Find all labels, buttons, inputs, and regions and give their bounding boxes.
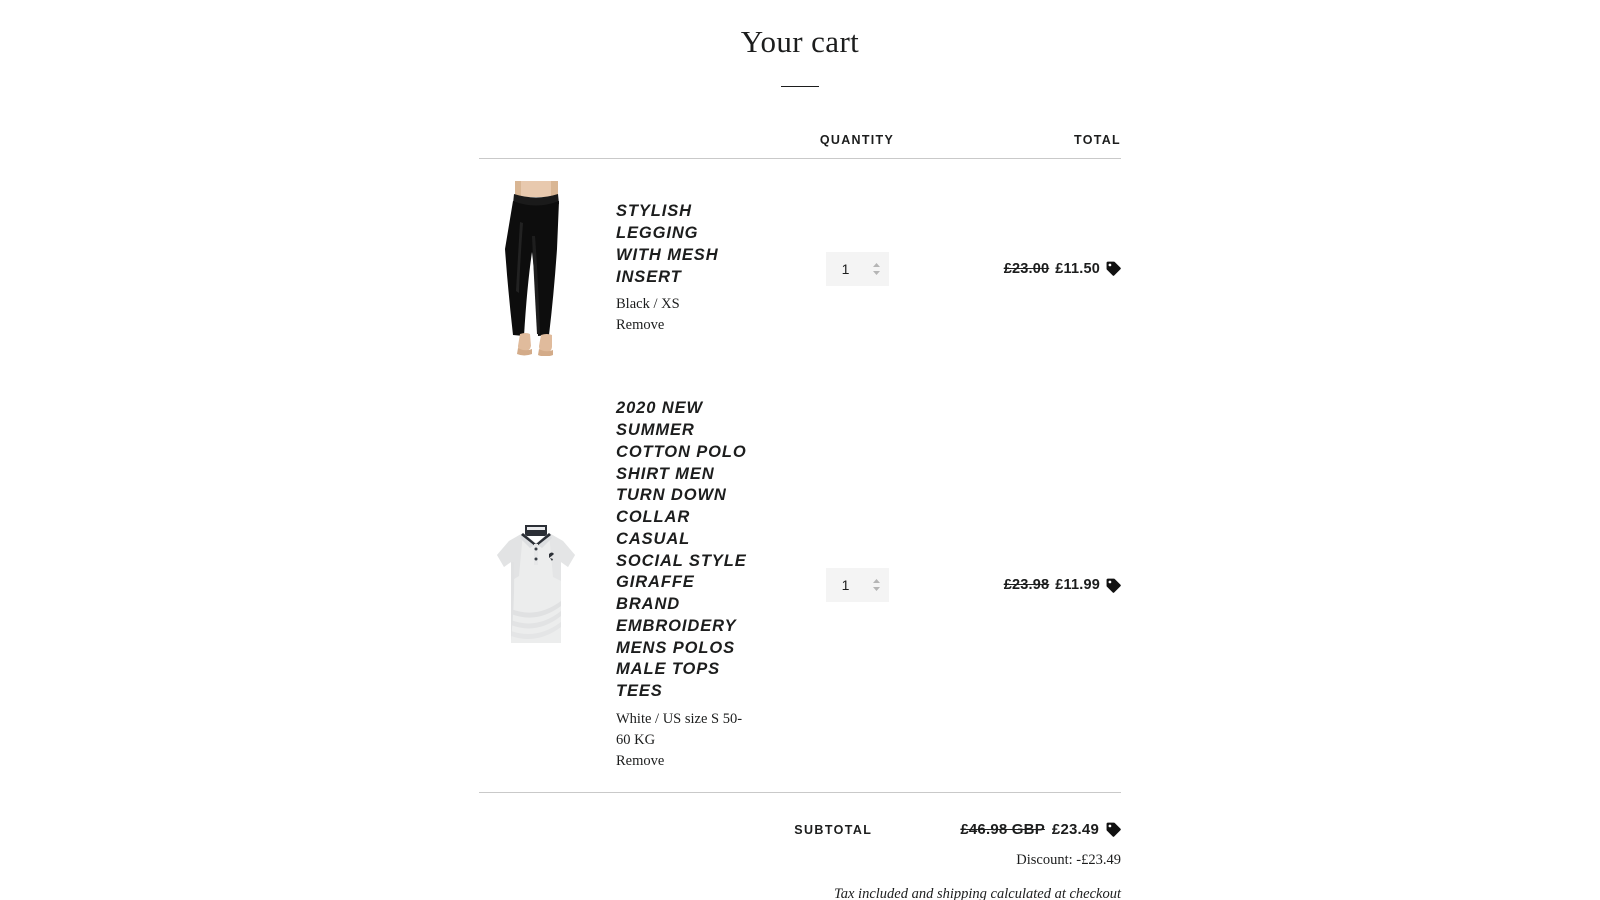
column-header-quantity: QUANTITY [819, 133, 895, 148]
quantity-stepper[interactable] [825, 568, 889, 603]
cart-totals: SUBTOTAL £46.98 GBP £23.49 Discount: -£2… [479, 793, 1121, 900]
product-thumbnail-polo[interactable] [487, 521, 584, 650]
number-spinner-icon[interactable] [872, 577, 881, 593]
item-title[interactable]: 2020 NEW SUMMER COTTON POLO SHIRT MEN TU… [616, 398, 749, 703]
column-header-total: TOTAL [1073, 133, 1121, 148]
quantity-input[interactable] [825, 260, 866, 277]
item-quantity-cell [759, 568, 955, 603]
cart-column-headers: QUANTITY TOTAL [479, 133, 1121, 158]
quantity-input[interactable] [825, 577, 866, 594]
item-details: STYLISH LEGGING WITH MESH INSERT Black /… [592, 201, 759, 336]
number-spinner-icon[interactable] [872, 261, 881, 277]
polo-shirt-image [487, 521, 584, 650]
cart-item-row: 2020 NEW SUMMER COTTON POLO SHIRT MEN TU… [479, 376, 1121, 792]
product-thumbnail-leggings[interactable] [487, 181, 584, 357]
tax-shipping-note: Tax included and shipping calculated at … [834, 886, 1121, 900]
item-sale-price: £11.50 [1055, 260, 1100, 277]
leggings-image [487, 181, 584, 357]
cart-header: Your cart [0, 0, 1600, 88]
item-variant: Black / XS [616, 296, 680, 313]
subtotal-row: SUBTOTAL £46.98 GBP £23.49 [479, 807, 1121, 838]
subtotal-label: SUBTOTAL [794, 822, 873, 837]
page-title: Your cart [740, 24, 860, 59]
price-tag-icon [1106, 822, 1121, 837]
remove-item-link[interactable]: Remove [616, 753, 664, 769]
item-original-price: £23.98 [1003, 577, 1050, 594]
subtotal-sale-price: £23.49 [1051, 821, 1099, 839]
item-details: 2020 NEW SUMMER COTTON POLO SHIRT MEN TU… [592, 398, 759, 772]
cart-item-row: STYLISH LEGGING WITH MESH INSERT Black /… [479, 159, 1121, 376]
item-total-cell: £23.00 £11.50 [955, 261, 1121, 277]
price-tag-icon [1106, 578, 1121, 593]
item-variant: White / US size S 50-60 KG [616, 711, 743, 749]
item-title[interactable]: STYLISH LEGGING WITH MESH INSERT [616, 201, 749, 288]
discount-amount-line: Discount: -£23.49 [1016, 852, 1121, 869]
item-image-cell [479, 181, 592, 357]
cart-container: QUANTITY TOTAL STYLISH LEGGING WITH MESH… [479, 87, 1121, 900]
remove-item-link[interactable]: Remove [616, 317, 664, 333]
item-quantity-cell [759, 251, 955, 286]
price-tag-icon [1106, 261, 1121, 277]
item-total-cell: £23.98 £11.99 [955, 577, 1121, 593]
item-original-price: £23.00 [1003, 260, 1050, 277]
subtotal-values: £46.98 GBP £23.49 [960, 821, 1121, 838]
quantity-stepper[interactable] [825, 251, 889, 286]
subtotal-original-price: £46.98 GBP [960, 821, 1045, 839]
cart-page: Your cart QUANTITY TOTAL STYLISH LEGGING… [0, 0, 1600, 900]
item-sale-price: £11.99 [1055, 577, 1100, 594]
item-image-cell [479, 521, 592, 650]
